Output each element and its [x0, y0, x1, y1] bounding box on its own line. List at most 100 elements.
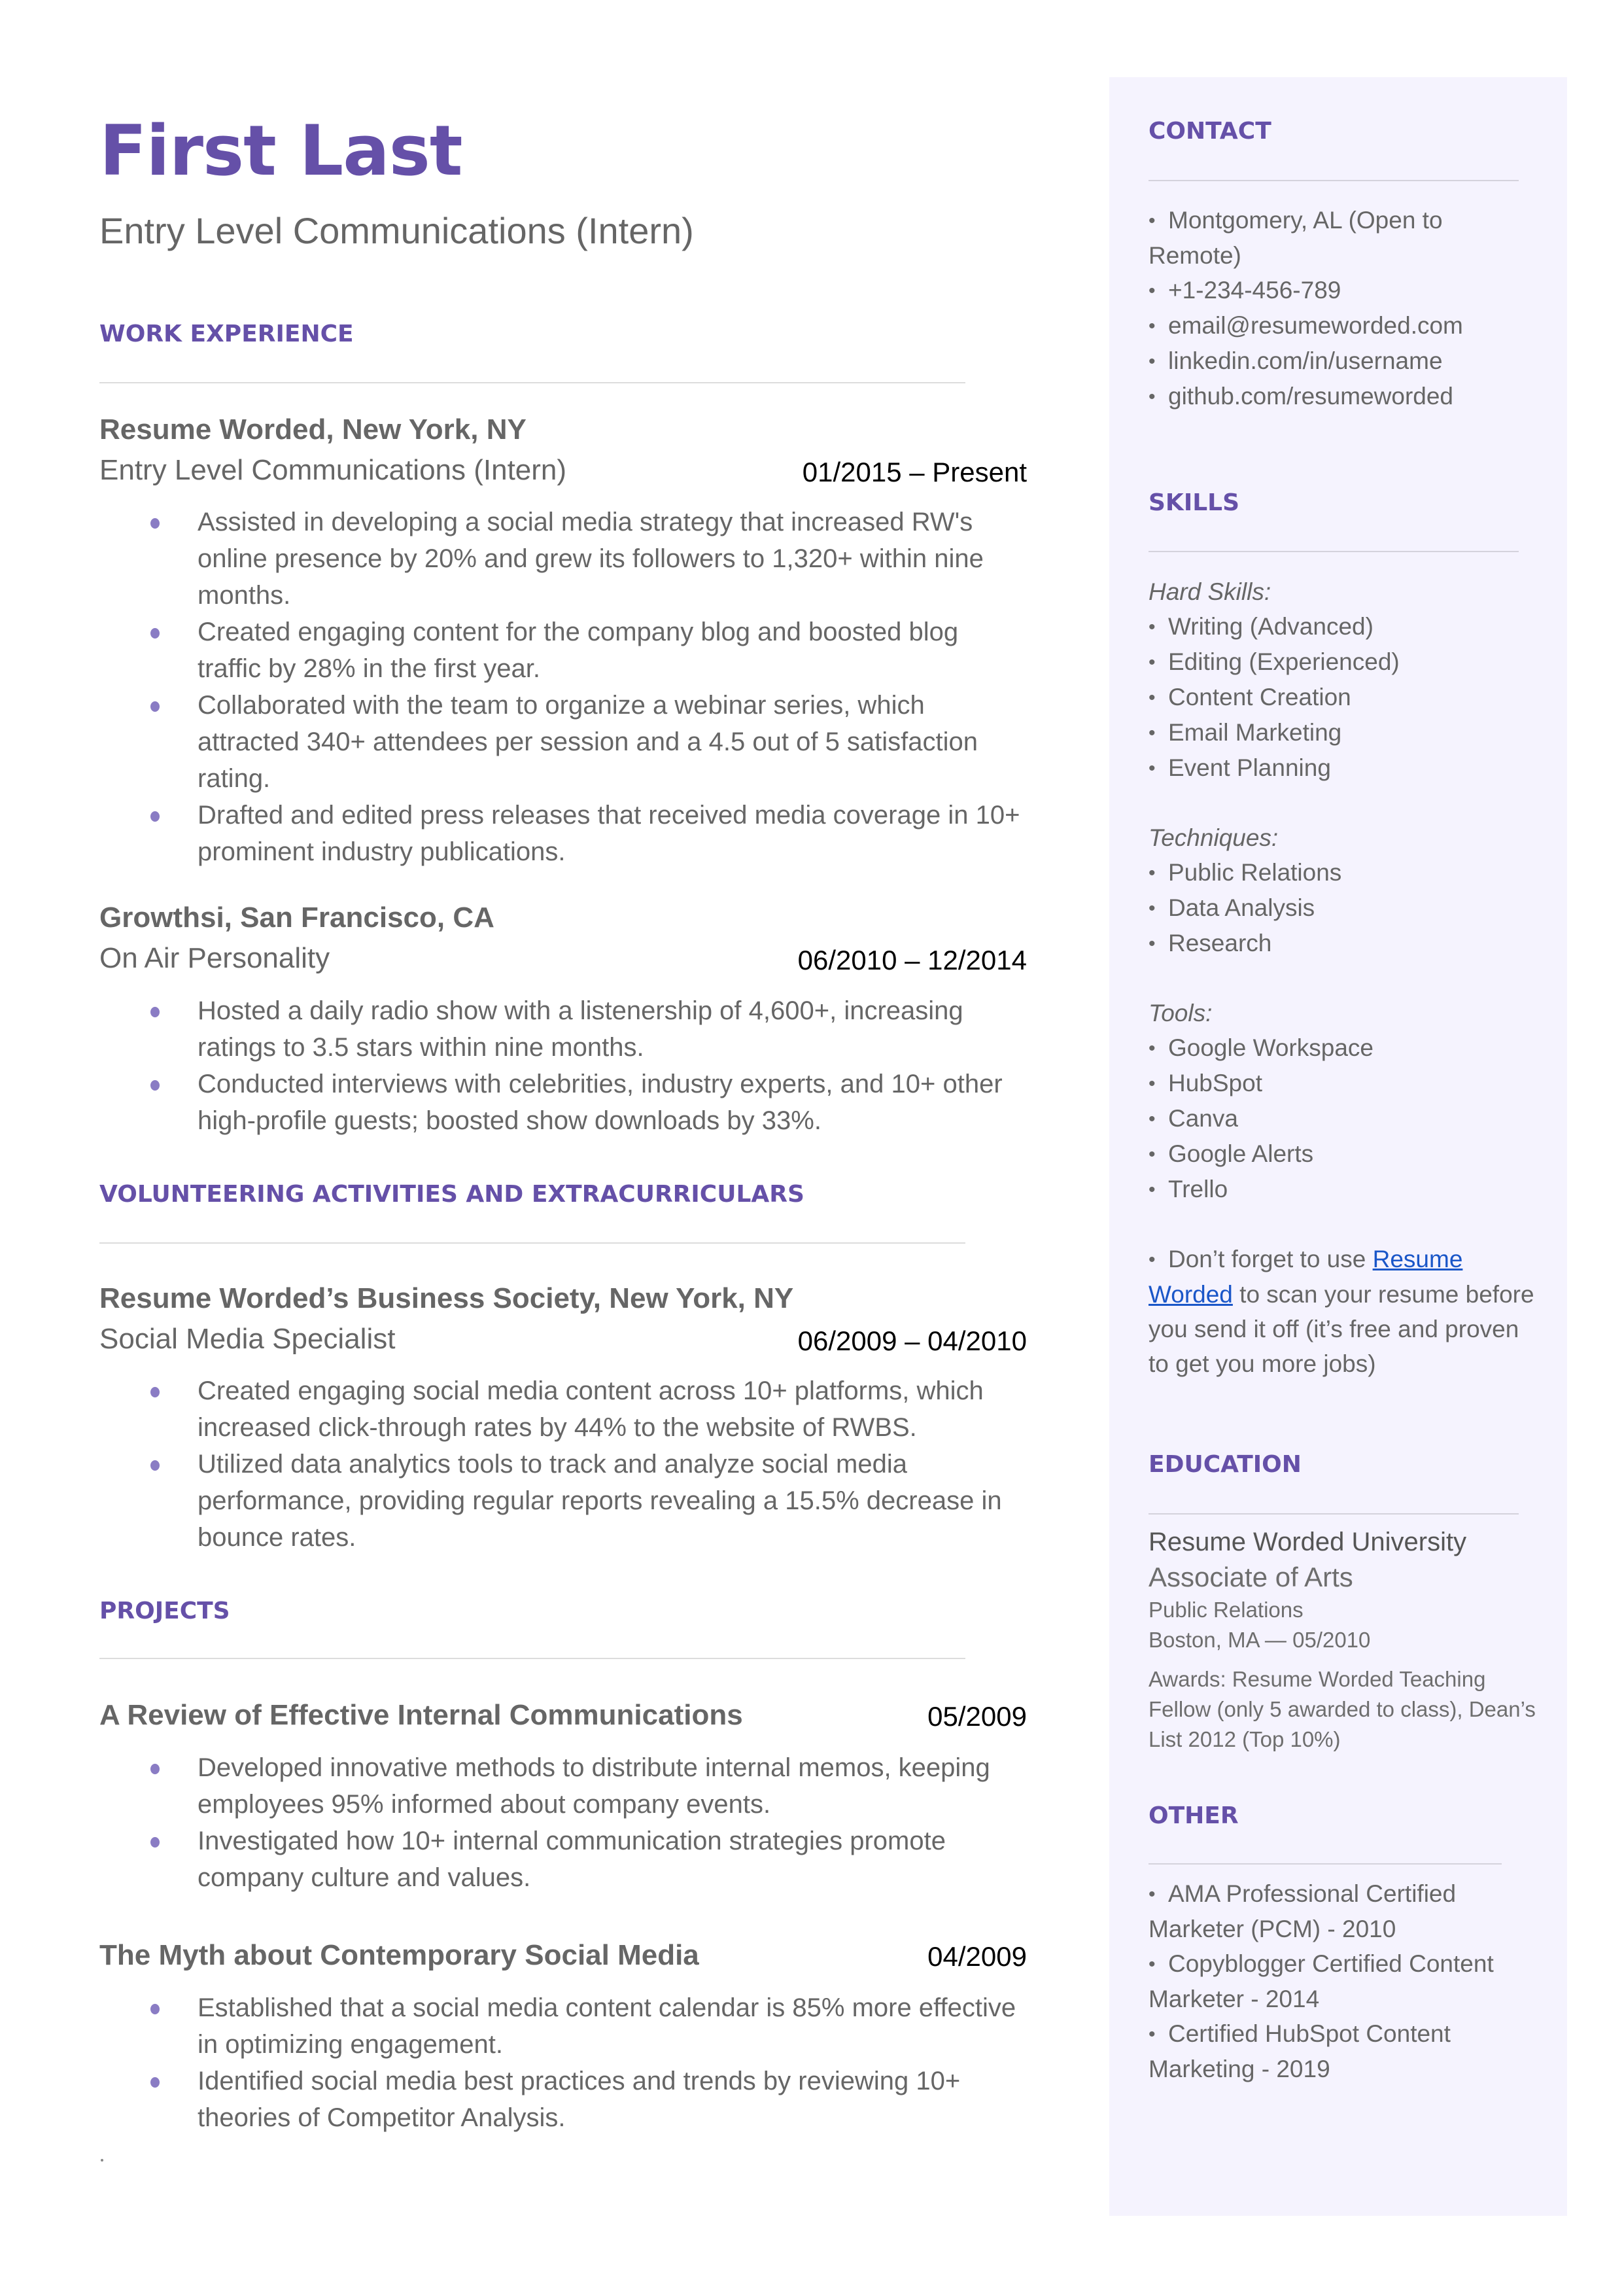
section-title-work-experience: WORK EXPERIENCE [99, 321, 354, 347]
bullet-icon: • [1149, 1038, 1156, 1059]
skills-group-label: Tools: [1149, 1000, 1213, 1026]
skills-list: • Writing (Advanced) • Editing (Experience… [1149, 609, 1541, 786]
bullet-item: Investigated how 10+ internal communicat… [150, 1823, 1027, 1896]
job-organization: Resume Worded, New York, NY [99, 413, 527, 446]
certification-item: • AMA Professional Certified Marketer (PC… [1149, 1876, 1515, 1946]
job-dates: 01/2015 – Present [802, 457, 1027, 487]
education-school: Resume Worded University [1149, 1528, 1467, 1556]
project-name: A Review of Effective Internal Communica… [99, 1699, 743, 1731]
bullet-icon: • [1149, 1108, 1156, 1130]
other-list: • AMA Professional Certified Marketer (PC… [1149, 1876, 1515, 2086]
bullet-item: Utilized data analytics tools to track a… [150, 1446, 1027, 1556]
skill-item: • Editing (Experienced) [1149, 644, 1541, 680]
bullet-dot-icon [150, 1764, 160, 1774]
bullet-icon: • [1149, 1883, 1156, 1905]
bullet-dot-icon [150, 1007, 160, 1017]
skills-group-label: Techniques: [1149, 824, 1279, 851]
section-title-projects: PROJECTS [99, 1598, 230, 1624]
bullet-icon: • [1149, 210, 1156, 232]
sidebar-title-contact: CONTACT [1149, 118, 1271, 145]
footer-mark [101, 2159, 103, 2162]
education-degree: Associate of Arts [1149, 1562, 1353, 1592]
bullet-icon: • [1149, 1249, 1156, 1270]
sidebar-title-other: OTHER [1149, 1802, 1239, 1829]
resume-worded-tip: • Don’t forget to use Resume Worded to sc… [1149, 1242, 1534, 1381]
bullet-icon: • [1149, 862, 1156, 884]
section-divider [99, 1658, 965, 1659]
bullet-icon: • [1149, 687, 1156, 709]
bullet-item: Created engaging content for the company… [150, 614, 1027, 687]
skill-item: • Google Alerts [1149, 1136, 1541, 1172]
bullet-icon: • [1149, 722, 1156, 744]
job-bullets: Assisted in developing a social media st… [150, 504, 1027, 870]
certification-item: • Copyblogger Certified Content Marketer … [1149, 1946, 1515, 2016]
bullet-icon: • [1149, 1073, 1156, 1095]
project-name: The Myth about Contemporary Social Media [99, 1939, 699, 1971]
education-entry: Resume Worded University Associate of Ar… [1149, 1524, 1541, 1755]
bullet-icon: • [1149, 898, 1156, 919]
bullet-item: Conducted interviews with celebrities, i… [150, 1066, 1027, 1139]
bullet-dot-icon [150, 701, 160, 712]
bullet-dot-icon [150, 2077, 160, 2088]
bullet-item: Drafted and edited press releases that r… [150, 797, 1027, 870]
bullet-icon: • [1149, 2023, 1156, 2045]
job-role: On Air Personality [99, 942, 330, 974]
bullet-dot-icon [150, 1837, 160, 1848]
contact-github[interactable]: • github.com/resumeworded [1149, 379, 1489, 414]
skill-item: • Canva [1149, 1101, 1541, 1136]
candidate-headline: Entry Level Communications (Intern) [99, 210, 694, 251]
section-divider [1149, 1863, 1502, 1865]
bullet-item: Identified social media best practices a… [150, 2063, 1027, 2136]
contact-phone: • +1-234-456-789 [1149, 273, 1489, 308]
skill-item: • Event Planning [1149, 750, 1541, 786]
job-bullets: Hosted a daily radio show with a listene… [150, 992, 1027, 1139]
skill-item: • Writing (Advanced) [1149, 609, 1541, 644]
education-awards: Awards: Resume Worded Teaching Fellow (o… [1149, 1667, 1536, 1751]
bullet-dot-icon [150, 1460, 160, 1471]
bullet-dot-icon [150, 628, 160, 639]
bullet-item: Created engaging social media content ac… [150, 1373, 1027, 1446]
bullet-icon: • [1149, 280, 1156, 302]
contact-location: • Montgomery, AL (Open to Remote) [1149, 203, 1489, 273]
bullet-icon: • [1149, 933, 1156, 955]
education-location-date: Boston, MA — 05/2010 [1149, 1628, 1371, 1652]
bullet-icon: • [1149, 1179, 1156, 1200]
skill-item: • Data Analysis [1149, 890, 1541, 926]
bullet-item: Collaborated with the team to organize a… [150, 687, 1027, 797]
skills-groups: Hard Skills: • Writing (Advanced) • Editin… [1149, 574, 1541, 1381]
bullet-dot-icon [150, 2004, 160, 2014]
job-dates: 06/2010 – 12/2014 [797, 945, 1027, 975]
skills-group-label: Hard Skills: [1149, 578, 1271, 605]
job-organization: Growthsi, San Francisco, CA [99, 902, 494, 934]
skill-item: • Email Marketing [1149, 715, 1541, 750]
bullet-icon: • [1149, 386, 1156, 408]
bullet-dot-icon [150, 1080, 160, 1091]
contact-email[interactable]: • email@resumeworded.com [1149, 308, 1489, 343]
volunteer-bullets: Created engaging social media content ac… [150, 1373, 1027, 1556]
education-field: Public Relations [1149, 1598, 1304, 1622]
section-divider [99, 382, 965, 383]
project-date: 04/2009 [927, 1941, 1027, 1972]
certification-item: • Certified HubSpot Content Marketing - 2… [1149, 2016, 1515, 2086]
bullet-icon: • [1149, 1144, 1156, 1165]
skill-item: • Research [1149, 926, 1541, 961]
bullet-icon: • [1149, 758, 1156, 779]
sidebar-title-education: EDUCATION [1149, 1451, 1302, 1478]
project-date: 05/2009 [927, 1701, 1027, 1732]
bullet-icon: • [1149, 315, 1156, 337]
bullet-dot-icon [150, 811, 160, 822]
contact-linkedin[interactable]: • linkedin.com/in/username [1149, 343, 1489, 379]
sidebar-title-skills: SKILLS [1149, 489, 1240, 516]
section-divider [99, 1242, 965, 1244]
project-bullets: Developed innovative methods to distribu… [150, 1749, 1027, 1896]
bullet-item: Assisted in developing a social media st… [150, 504, 1027, 614]
bullet-item: Hosted a daily radio show with a listene… [150, 992, 1027, 1066]
bullet-icon: • [1149, 1953, 1156, 1975]
bullet-icon: • [1149, 351, 1156, 372]
volunteer-role: Social Media Specialist [99, 1323, 396, 1355]
skill-item: • Public Relations [1149, 855, 1541, 890]
section-divider [1149, 551, 1519, 552]
